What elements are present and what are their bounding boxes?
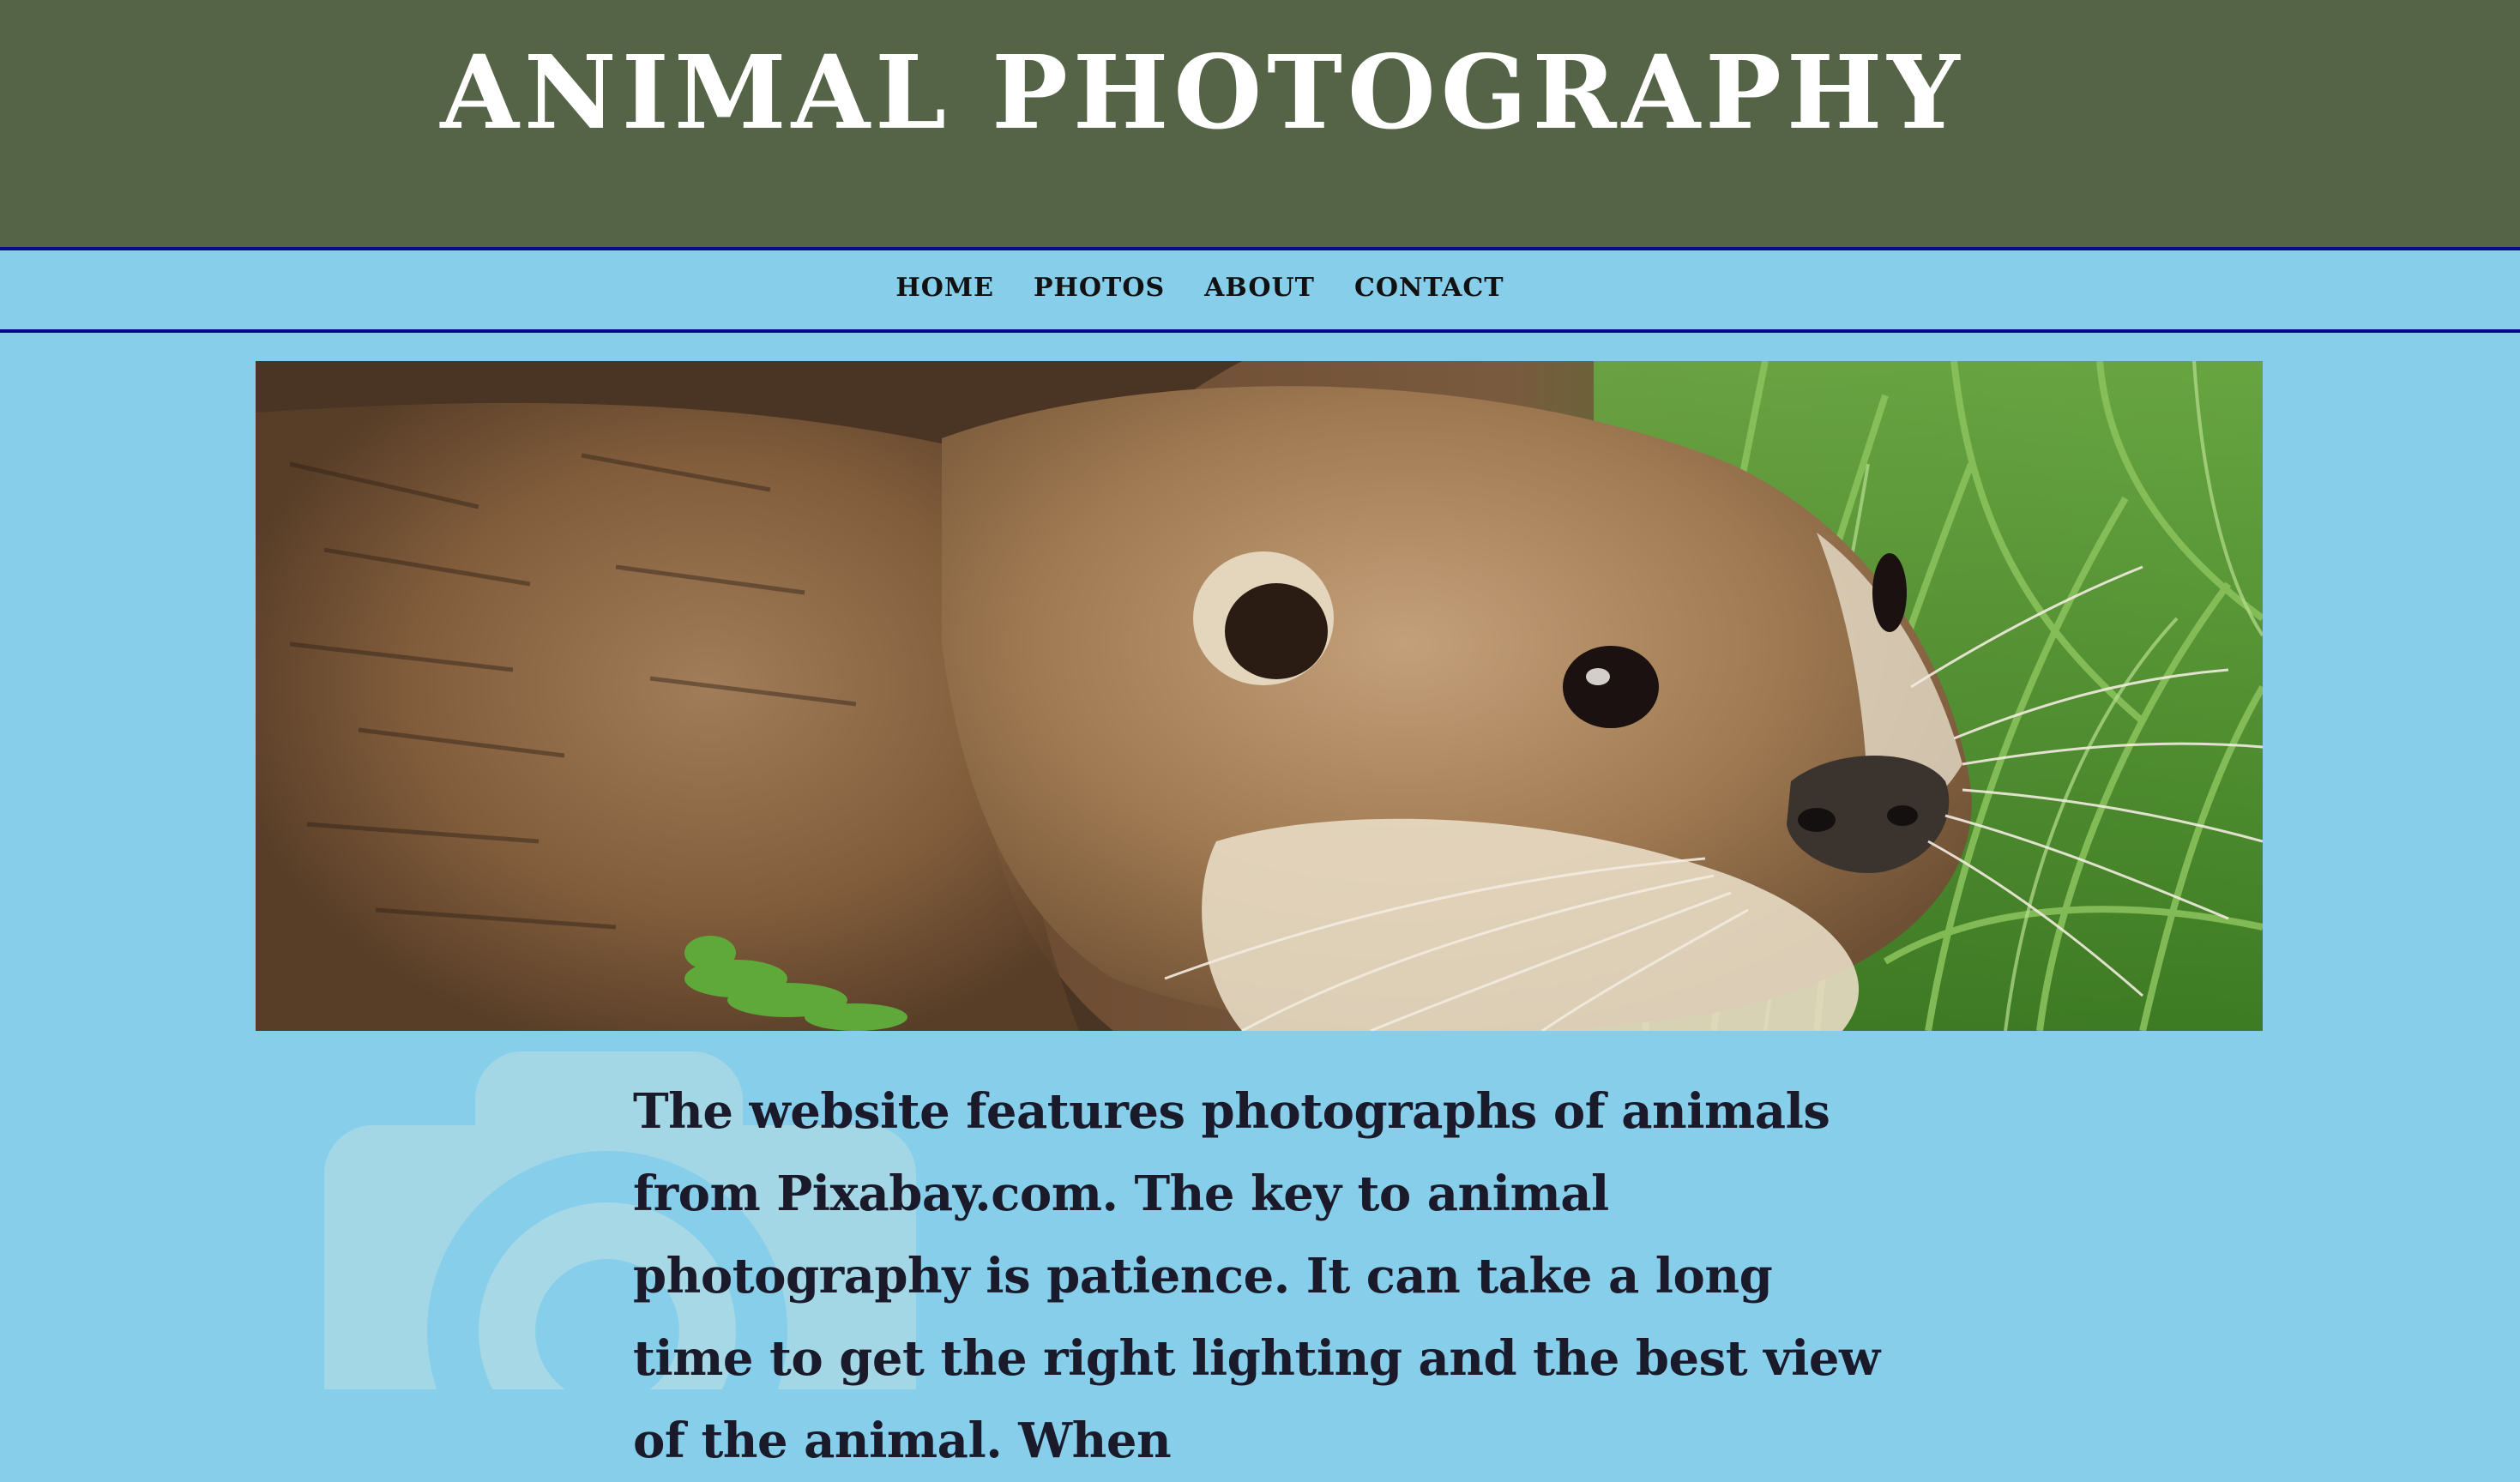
hero-otter-image (256, 361, 2263, 1031)
otter-photo (256, 361, 2263, 1031)
site-title: ANIMAL PHOTOGRAPHY (440, 33, 1965, 152)
nav-item-home[interactable]: HOME (895, 269, 994, 307)
nav-list: HOME PHOTOS ABOUT CONTACT (0, 269, 2460, 307)
nav-item-about[interactable]: ABOUT (1204, 269, 1315, 307)
site-header: ANIMAL PHOTOGRAPHY (0, 0, 2520, 250)
nav-item-photos[interactable]: PHOTOS (1034, 269, 1165, 307)
main-navigation: HOME PHOTOS ABOUT CONTACT (0, 250, 2520, 333)
nav-item-contact[interactable]: CONTACT (1354, 269, 1504, 307)
intro-text: The website features photographs of anim… (633, 1083, 1880, 1469)
